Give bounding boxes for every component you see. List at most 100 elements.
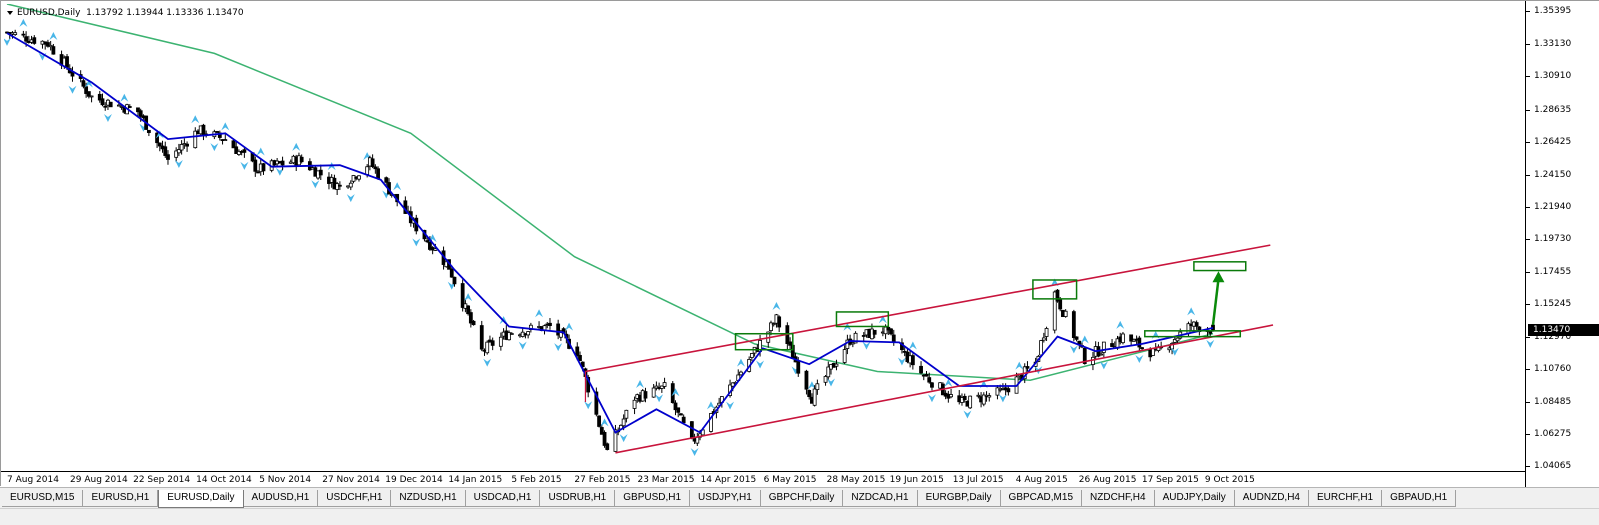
chart-tab-eurchf-h1[interactable]: EURCHF,H1 bbox=[1308, 490, 1383, 507]
fractal-down-icon bbox=[1099, 361, 1108, 370]
chart-tab-gbpaud-h1[interactable]: GBPAUD,H1 bbox=[1382, 490, 1457, 507]
chart-window[interactable]: EURUSD,Daily 1.13792 1.13944 1.13336 1.1… bbox=[0, 0, 1599, 487]
candle-body bbox=[796, 361, 801, 374]
price-label: 1.17455 bbox=[1534, 266, 1572, 277]
candle-body bbox=[624, 409, 629, 419]
time-scale[interactable]: 7 Aug 2014 29 Aug 2014 22 Sep 2014 14 Oct 2… bbox=[1, 471, 1525, 487]
candle-body bbox=[116, 104, 121, 107]
chart-tab-nzdusd-h1[interactable]: NZDUSD,H1 bbox=[391, 490, 466, 507]
chart-tab-gbpcad-m15[interactable]: GBPCAD,M15 bbox=[1000, 490, 1083, 507]
time-label: 13 Jul 2015 bbox=[952, 475, 1004, 485]
price-scale[interactable]: 1.35395 1.33130 1.30910 1.28635 1.26425 1.241… bbox=[1525, 1, 1599, 487]
chart-tab-audjpy-daily[interactable]: AUDJPY,Daily bbox=[1154, 490, 1235, 507]
time-label: 4 Aug 2015 bbox=[1015, 475, 1068, 485]
chart-plot-area[interactable] bbox=[4, 4, 1524, 471]
candle-body bbox=[1074, 336, 1079, 340]
price-label: 1.10760 bbox=[1534, 364, 1572, 375]
target-arrow-head-icon bbox=[1212, 271, 1225, 283]
price-label: 1.15245 bbox=[1534, 299, 1572, 310]
candle-body bbox=[777, 316, 782, 328]
candle-body bbox=[910, 355, 915, 366]
candle-body bbox=[498, 336, 503, 347]
candle-body bbox=[526, 331, 531, 336]
time-label: 27 Nov 2014 bbox=[322, 475, 380, 485]
candle-body bbox=[949, 394, 953, 398]
candle-body bbox=[930, 382, 934, 388]
candle-body bbox=[1044, 328, 1049, 337]
candle-body bbox=[578, 355, 582, 362]
time-label: 5 Feb 2015 bbox=[511, 475, 562, 485]
price-tick bbox=[1526, 109, 1530, 111]
candle-body bbox=[597, 415, 601, 427]
candle-body bbox=[337, 184, 342, 187]
fractal-down-icon bbox=[240, 161, 249, 170]
price-label: 1.33130 bbox=[1534, 39, 1572, 50]
channel-upper-line bbox=[585, 244, 1271, 373]
candle-body bbox=[1208, 331, 1213, 334]
fractal-down-icon bbox=[103, 113, 112, 122]
price-tick bbox=[1526, 466, 1530, 468]
target-arrow-line bbox=[1211, 279, 1220, 326]
fractal-down-icon bbox=[963, 410, 972, 419]
time-label: 5 Nov 2014 bbox=[259, 475, 312, 485]
candle-body bbox=[490, 340, 495, 346]
fractal-down-icon bbox=[1069, 345, 1078, 354]
candle-body bbox=[32, 37, 37, 44]
chart-tab-audnzd-h4[interactable]: AUDNZD,H4 bbox=[1234, 490, 1309, 507]
chart-tab-usdchf-h1[interactable]: USDCHF,H1 bbox=[318, 490, 392, 507]
candle-body bbox=[807, 390, 812, 397]
fractal-up-icon bbox=[221, 122, 230, 131]
chart-tab-gbpchf-daily[interactable]: GBPCHF,Daily bbox=[760, 490, 844, 507]
chart-tab-eurusd-daily[interactable]: EURUSD,Daily bbox=[158, 490, 244, 508]
candle-body bbox=[804, 370, 809, 390]
ohlc-values: 1.13792 1.13944 1.13336 1.13470 bbox=[86, 8, 244, 18]
fractal-up-icon bbox=[1151, 331, 1160, 340]
fractal-down-icon bbox=[655, 394, 664, 403]
fractal-down-icon bbox=[897, 357, 906, 366]
fractal-down-icon bbox=[483, 358, 492, 367]
time-label: 19 Dec 2014 bbox=[385, 475, 443, 485]
price-tick bbox=[1526, 402, 1530, 404]
candle-body bbox=[1099, 353, 1104, 356]
candle-body bbox=[256, 171, 260, 174]
chart-tab-eurgbp-daily[interactable]: EURGBP,Daily bbox=[917, 490, 1001, 507]
time-label: 27 Feb 2015 bbox=[574, 475, 631, 485]
fractal-down-icon bbox=[690, 447, 699, 456]
chart-tab-nzdcad-h1[interactable]: NZDCAD,H1 bbox=[843, 490, 918, 507]
chart-tab-eurusd-h1[interactable]: EURUSD,H1 bbox=[83, 490, 159, 507]
fractal-down-icon bbox=[827, 378, 836, 387]
candle-body bbox=[65, 56, 69, 68]
time-label: 23 Mar 2015 bbox=[637, 475, 695, 485]
fractal-up-icon bbox=[706, 401, 715, 410]
candle-body bbox=[261, 163, 266, 172]
chart-tab-gbpusd-h1[interactable]: GBPUSD,H1 bbox=[615, 490, 691, 507]
candle-body bbox=[771, 323, 776, 326]
chart-tab-nzdchf-h4[interactable]: NZDCHF,H4 bbox=[1082, 490, 1155, 507]
price-label: 1.08485 bbox=[1534, 397, 1572, 408]
candle-body bbox=[962, 395, 967, 401]
price-tick bbox=[1526, 434, 1530, 436]
chart-tab-usdcad-h1[interactable]: USDCAD,H1 bbox=[465, 490, 541, 507]
chart-tab-usdjpy-h1[interactable]: USDJPY,H1 bbox=[690, 490, 761, 507]
candle-body bbox=[127, 106, 132, 108]
price-label: 1.28635 bbox=[1534, 104, 1572, 115]
candle-body bbox=[749, 353, 754, 358]
candle-body bbox=[108, 101, 113, 108]
candle-body bbox=[357, 175, 361, 180]
fractal-up-icon bbox=[256, 147, 265, 156]
candle-body bbox=[548, 322, 552, 326]
time-label: 19 Jun 2015 bbox=[889, 475, 944, 485]
fractal-up-icon bbox=[19, 18, 28, 27]
candle-body bbox=[509, 333, 514, 335]
chart-tab-audusd-h1[interactable]: AUDUSD,H1 bbox=[243, 490, 319, 507]
chart-tab-eurusd-m15[interactable]: EURUSD,M15 bbox=[2, 490, 84, 507]
chart-tab-usdrub-h1[interactable]: USDRUB,H1 bbox=[540, 490, 616, 507]
fractal-up-icon bbox=[191, 115, 200, 124]
candle-body bbox=[542, 325, 547, 331]
candle-body bbox=[384, 177, 389, 183]
fractal-down-icon bbox=[518, 341, 527, 350]
candle-body bbox=[621, 418, 626, 427]
price-chart[interactable] bbox=[4, 4, 1524, 471]
chart-menu-arrow-icon[interactable] bbox=[7, 10, 13, 15]
candle-body bbox=[370, 158, 375, 168]
